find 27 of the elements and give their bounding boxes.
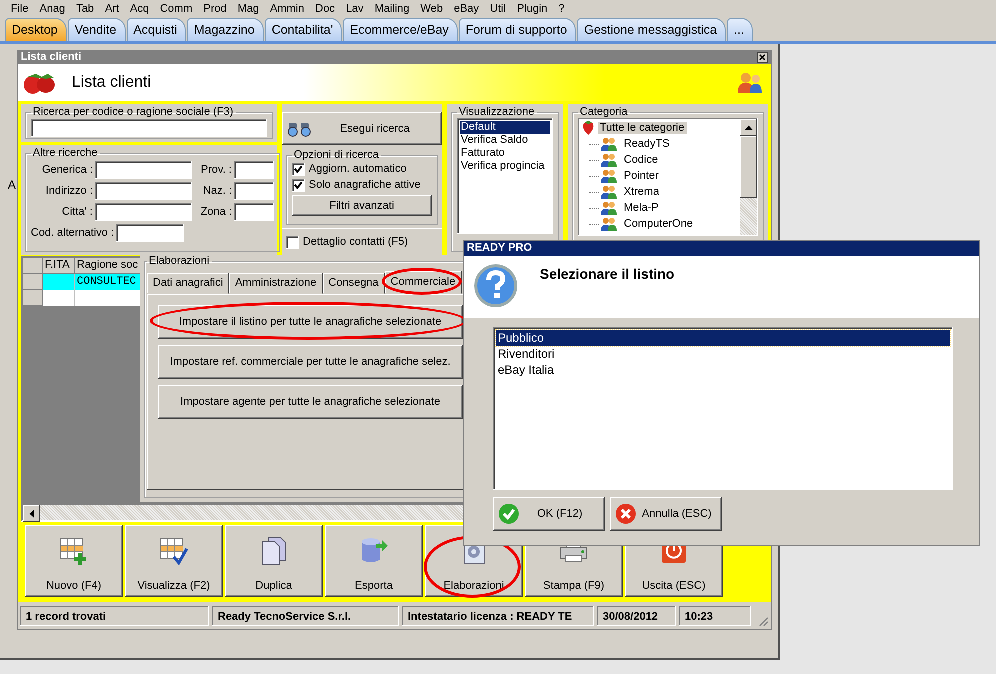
group-label: Ricerca per codice o ragione sociale (F3) — [32, 106, 235, 118]
field-label: Cod. alternativo : — [31, 226, 116, 238]
desktop-label: A — [8, 178, 16, 192]
window-heading: Lista clienti — [72, 74, 152, 92]
status-field: 30/08/2012 — [597, 606, 676, 626]
status-field: Intestatario licenza : READY TE — [402, 606, 594, 626]
field-label: Generica : — [41, 164, 94, 176]
dialog-message: Selezionare il listino — [540, 266, 675, 282]
status-field: 10:23 — [679, 606, 751, 626]
field-label: Zona : — [200, 206, 233, 218]
checkbox-label: Aggiorn. automatico — [309, 163, 407, 175]
field-label: Citta' : — [61, 206, 94, 218]
field-label: Naz. : — [202, 184, 233, 196]
group-label: Elaborazioni — [148, 255, 211, 267]
checkbox-label: Solo anagrafiche attive — [309, 179, 421, 191]
status-field: 1 record trovati — [20, 606, 209, 626]
table-cell: CONSULTEC — [77, 276, 136, 288]
field-label: Indirizzo : — [44, 184, 94, 196]
status-field: Ready TecnoService S.r.l. — [212, 606, 399, 626]
group-label: Visualizzazione — [458, 106, 536, 118]
field-label: Prov. : — [200, 164, 233, 176]
dialog-title: READY PRO — [467, 242, 532, 254]
group-label: Categoria — [579, 106, 629, 118]
window-title: Lista clienti — [21, 51, 82, 64]
group-label: Altre ricerche — [32, 147, 99, 159]
checkbox-label: Dettaglio contatti (F5) — [303, 236, 408, 248]
group-label: Opzioni di ricerca — [293, 149, 380, 161]
